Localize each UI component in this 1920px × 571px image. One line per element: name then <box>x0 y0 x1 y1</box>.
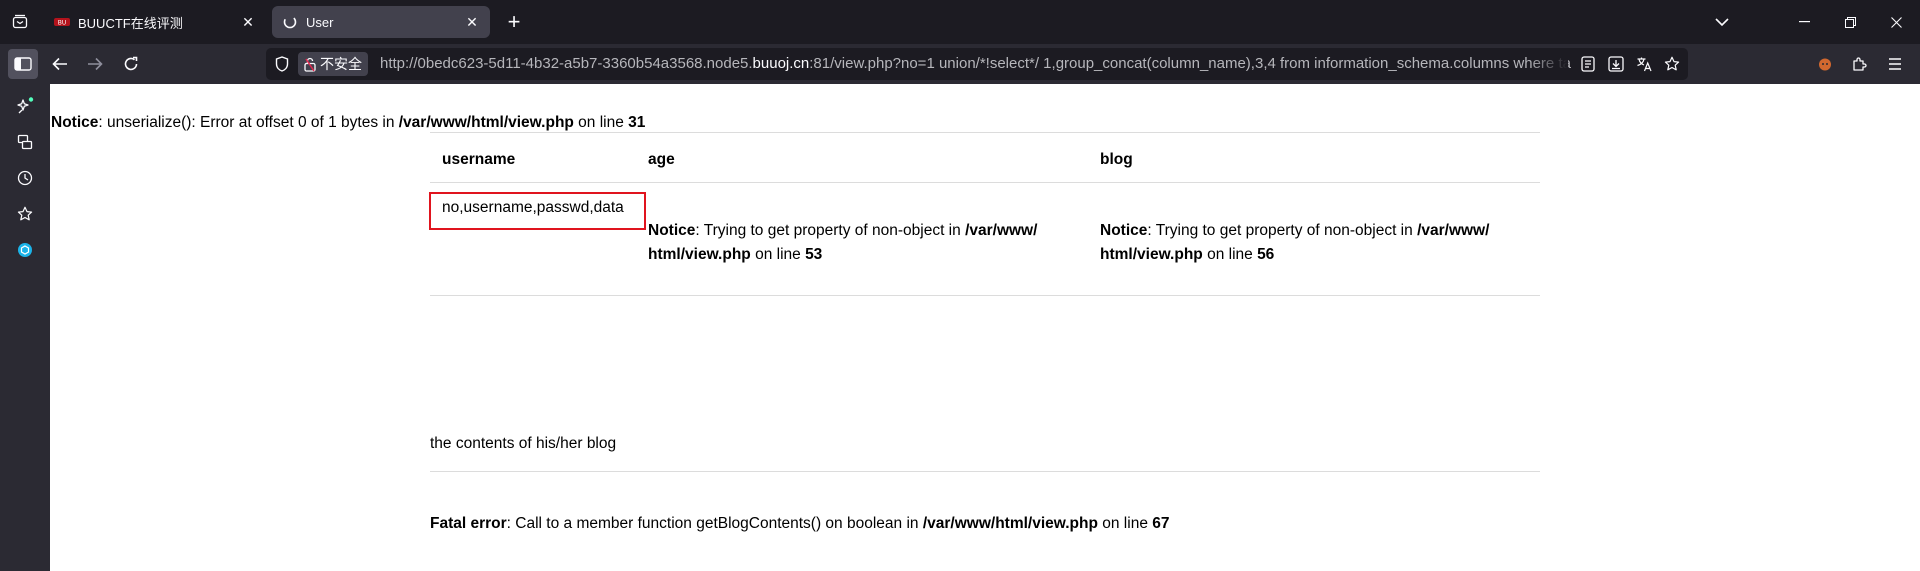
back-arrow-icon[interactable] <box>45 49 75 79</box>
url-bar[interactable]: 不安全 http://0bedc623-5d11-4b32-a5b7-3360b… <box>266 48 1688 80</box>
extension-cube-icon[interactable] <box>13 238 37 262</box>
navigation-toolbar: 不安全 http://0bedc623-5d11-4b32-a5b7-3360b… <box>0 44 1920 84</box>
bookmark-star-icon[interactable] <box>1660 52 1684 76</box>
age-cell: Notice: Trying to get property of non-ob… <box>648 219 1088 267</box>
blog-contents-label: the contents of his/her blog <box>430 435 617 452</box>
notice-text: : Trying to get property of non-object i… <box>695 222 966 239</box>
insecure-label: 不安全 <box>320 56 362 72</box>
header-blog: blog <box>1100 151 1133 168</box>
header-divider <box>430 182 1540 183</box>
synced-tabs-icon[interactable] <box>13 130 37 154</box>
fatal-label: Fatal error <box>430 515 507 532</box>
translate-icon[interactable] <box>1632 52 1656 76</box>
fatal-error: Fatal error: Call to a member function g… <box>430 512 1170 536</box>
table-top-border <box>430 132 1540 133</box>
tab-title: BUUCTF在线评测 <box>78 15 183 31</box>
notice-path: /var/www/ <box>1417 222 1490 239</box>
notice-path-cont: html/view.php <box>1100 246 1203 263</box>
tab-bar: BU BUUCTF在线评测 ✕ User ✕ + <box>0 0 1920 44</box>
tab-overview-icon[interactable] <box>10 12 30 32</box>
list-all-tabs-chevron-down-icon[interactable] <box>1710 10 1734 34</box>
fatal-path: /var/www/html/view.php <box>922 515 1098 532</box>
history-clock-icon[interactable] <box>13 166 37 190</box>
row-divider <box>430 295 1540 296</box>
bookmarks-star-icon[interactable] <box>13 202 37 226</box>
tab-buuctf[interactable]: BU BUUCTF在线评测 ✕ <box>44 6 266 38</box>
url-suffix: :81/view.php?no=1 union/*!select*/ 1,gro… <box>809 55 1571 72</box>
notice-line: 31 <box>628 114 646 131</box>
fatal-line: 67 <box>1152 515 1170 532</box>
notice-online: on line <box>573 114 629 131</box>
notice-online: on line <box>750 246 806 263</box>
shield-icon[interactable] <box>270 52 294 76</box>
notice-line: 56 <box>1257 246 1275 263</box>
blog-divider <box>430 471 1540 472</box>
unlocked-lock-icon <box>304 57 316 72</box>
notice-path: /var/www/html/view.php <box>398 114 574 131</box>
browser-sidebar <box>0 84 50 571</box>
notice-label: Notice <box>51 114 99 131</box>
notice-path: /var/www/ <box>965 222 1038 239</box>
notice-unserialize: Notice: unserialize(): Error at offset 0… <box>51 114 645 132</box>
buuctf-logo-icon: BU <box>54 14 70 30</box>
notice-path-cont: html/view.php <box>648 246 751 263</box>
extensions-puzzle-icon[interactable] <box>1845 49 1875 79</box>
url-prefix: http://0bedc623-5d11-4b32-a5b7-3360b54a3… <box>380 55 753 72</box>
page-content: Notice: unserialize(): Error at offset 0… <box>50 84 1920 571</box>
notice-label: Notice <box>1100 222 1148 239</box>
insecure-connection-badge[interactable]: 不安全 <box>298 52 368 76</box>
url-fade <box>1528 48 1568 80</box>
notice-line: 53 <box>805 246 823 263</box>
notice-text: : unserialize(): Error at offset 0 of 1 … <box>98 114 399 131</box>
tab-title: User <box>306 14 334 30</box>
blog-cell: Notice: Trying to get property of non-ob… <box>1100 219 1540 267</box>
url-domain: buuoj.cn <box>752 55 810 72</box>
ai-sparkle-icon[interactable] <box>13 94 37 118</box>
reload-icon[interactable] <box>116 49 146 79</box>
highlight-box <box>429 192 646 230</box>
sidebar-toggle-icon[interactable] <box>8 49 38 79</box>
reader-view-icon[interactable] <box>1576 52 1600 76</box>
close-tab-icon[interactable]: ✕ <box>462 12 482 32</box>
close-tab-icon[interactable]: ✕ <box>238 12 258 32</box>
tab-user[interactable]: User ✕ <box>272 6 490 38</box>
header-age: age <box>648 151 675 168</box>
loading-icon <box>282 14 298 30</box>
url-text[interactable]: http://0bedc623-5d11-4b32-a5b7-3360b54a3… <box>380 48 1580 80</box>
svg-text:BU: BU <box>58 20 67 27</box>
close-window-icon[interactable] <box>1873 0 1919 44</box>
notice-label: Notice <box>648 222 696 239</box>
fatal-text: : Call to a member function getBlogConte… <box>506 515 923 532</box>
save-page-icon[interactable] <box>1604 52 1628 76</box>
fatal-online: on line <box>1097 515 1153 532</box>
forward-arrow-icon[interactable] <box>80 49 110 79</box>
notice-online: on line <box>1202 246 1258 263</box>
minimize-icon[interactable] <box>1781 0 1827 44</box>
menu-icon[interactable] <box>1880 49 1910 79</box>
restore-icon[interactable] <box>1827 0 1873 44</box>
new-tab-button[interactable]: + <box>502 9 526 34</box>
extension-fox-icon[interactable] <box>1810 49 1840 79</box>
header-username: username <box>442 151 516 168</box>
notice-text: : Trying to get property of non-object i… <box>1147 222 1418 239</box>
